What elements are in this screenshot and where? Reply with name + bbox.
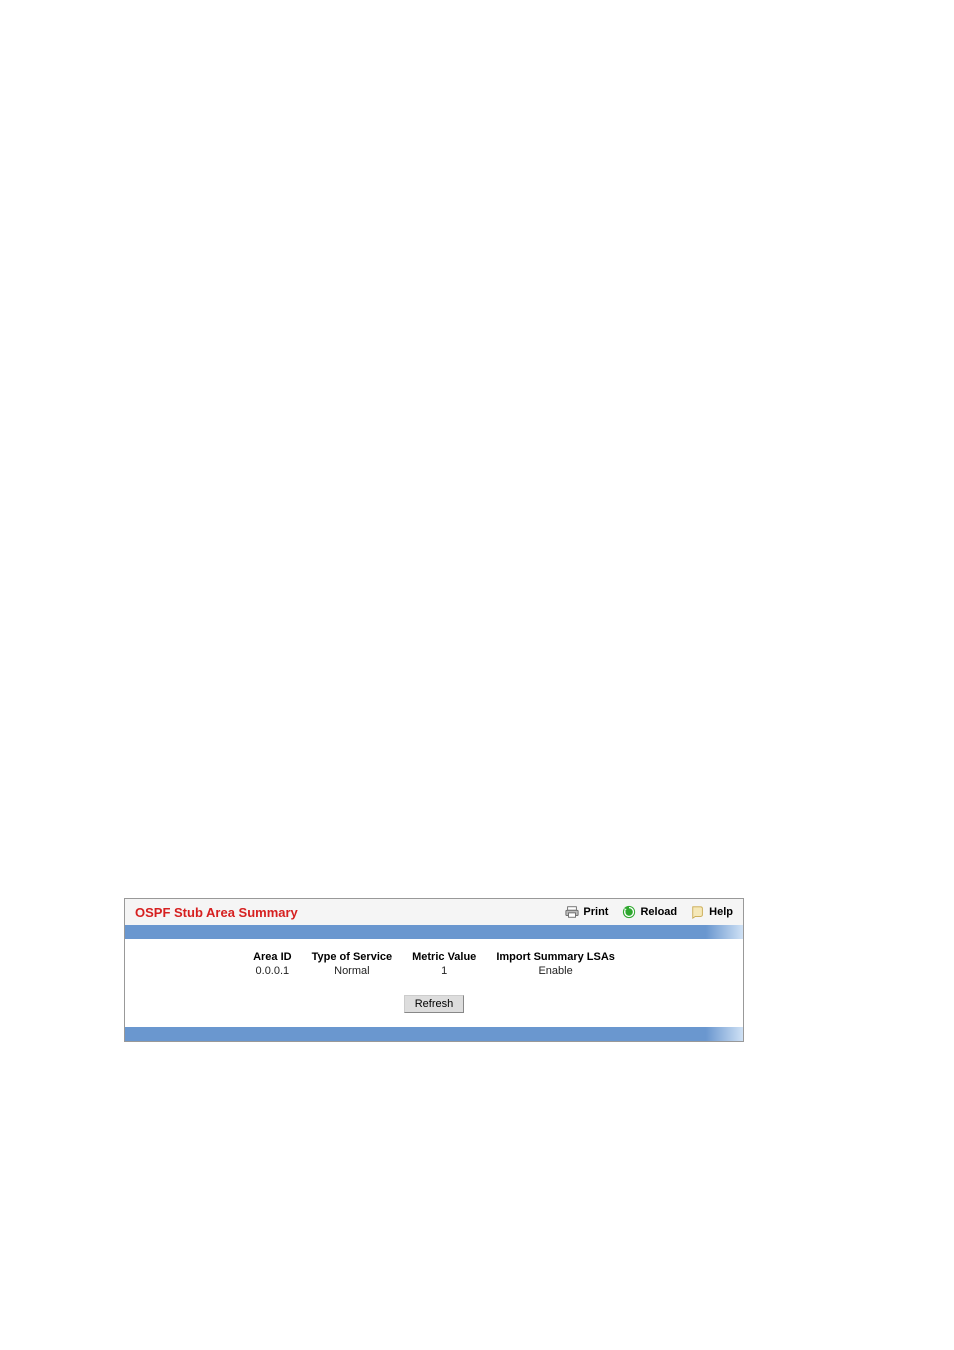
panel-container: OSPF Stub Area Summary Print Reload Help — [124, 898, 744, 1042]
toolbar: Print Reload Help — [565, 905, 733, 919]
stub-area-table: Area ID Type of Service Metric Value Imp… — [243, 951, 625, 977]
print-label: Print — [583, 906, 608, 918]
refresh-button[interactable]: Refresh — [404, 995, 465, 1013]
help-icon — [691, 905, 705, 919]
printer-icon — [565, 905, 579, 919]
cell-area-id: 0.0.0.1 — [243, 965, 302, 977]
panel-header: OSPF Stub Area Summary Print Reload Help — [125, 899, 743, 925]
col-type-of-service: Type of Service — [302, 951, 403, 965]
reload-label: Reload — [640, 906, 677, 918]
help-button[interactable]: Help — [691, 905, 733, 919]
page-title: OSPF Stub Area Summary — [135, 905, 298, 920]
reload-icon — [622, 905, 636, 919]
help-label: Help — [709, 906, 733, 918]
separator-bar-top — [125, 925, 743, 939]
col-import-summary-lsas: Import Summary LSAs — [486, 951, 625, 965]
cell-import-summary-lsas: Enable — [486, 965, 625, 977]
cell-metric-value: 1 — [402, 965, 486, 977]
col-metric-value: Metric Value — [402, 951, 486, 965]
button-row: Refresh — [125, 995, 743, 1013]
separator-bar-bottom — [125, 1027, 743, 1041]
content-area: Area ID Type of Service Metric Value Imp… — [125, 939, 743, 1027]
reload-button[interactable]: Reload — [622, 905, 677, 919]
col-area-id: Area ID — [243, 951, 302, 965]
print-button[interactable]: Print — [565, 905, 608, 919]
table-header-row: Area ID Type of Service Metric Value Imp… — [243, 951, 625, 965]
table-row: 0.0.0.1 Normal 1 Enable — [243, 965, 625, 977]
cell-type-of-service: Normal — [302, 965, 403, 977]
